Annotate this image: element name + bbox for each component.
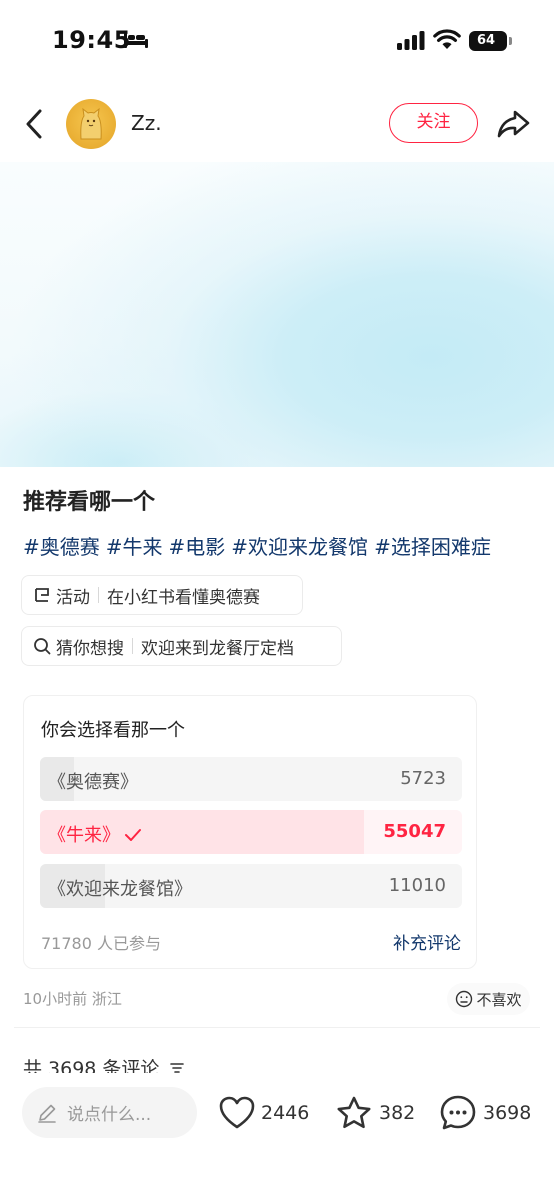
poll-option-label: 《牛来》 — [48, 821, 142, 847]
activity-chip[interactable]: 活动 在小红书看懂奥德赛 — [21, 575, 303, 615]
collect-button[interactable]: 382 — [335, 1093, 415, 1133]
poll-option[interactable]: 《奥德赛》 5723 — [40, 757, 462, 801]
poll-option-selected[interactable]: 《牛来》 55047 — [40, 810, 462, 854]
hashtag[interactable]: #欢迎来龙餐馆 — [231, 535, 368, 559]
follow-button[interactable]: 关注 — [389, 103, 478, 143]
like-button[interactable]: 2446 — [219, 1093, 309, 1133]
poll-option-count: 55047 — [383, 821, 446, 842]
hashtag[interactable]: #牛来 — [106, 535, 163, 559]
star-icon — [337, 1096, 371, 1129]
check-icon — [125, 829, 141, 841]
hashtag-list: #奥德赛 #牛来 #电影 #欢迎来龙餐馆 #选择困难症 — [23, 531, 543, 560]
poll-option-count: 5723 — [400, 768, 446, 789]
status-time: 19:45 — [52, 26, 131, 54]
dislike-label: 不喜欢 — [476, 990, 522, 1009]
comment-bubble-icon — [440, 1095, 476, 1130]
poll-option-count: 11010 — [388, 875, 446, 896]
status-bar: 19:45 64 — [0, 0, 554, 84]
poll-card: 你会选择看那一个 《奥德赛》 5723 《牛来》 55047 《欢迎来龙餐馆》 … — [23, 695, 477, 969]
hashtag[interactable]: #选择困难症 — [374, 535, 491, 559]
back-icon[interactable] — [22, 107, 50, 141]
dislike-button[interactable]: 不喜欢 — [447, 983, 530, 1015]
top-nav: Zz. 关注 — [0, 90, 554, 158]
search-icon — [34, 638, 51, 655]
battery-cap — [509, 37, 512, 45]
signal-icon — [397, 31, 425, 50]
search-suggestion-chip[interactable]: 猜你想搜 欢迎来到龙餐厅定档 — [21, 626, 342, 666]
search-chip-label: 猜你想搜 — [56, 638, 124, 659]
dislike-face-icon — [456, 990, 473, 1008]
poll-option[interactable]: 《欢迎来龙餐馆》 11010 — [40, 864, 462, 908]
comment-input-placeholder: 说点什么... — [67, 1105, 152, 1125]
chip-separator — [132, 638, 133, 654]
hashtag[interactable]: #电影 — [169, 535, 226, 559]
like-count: 2446 — [261, 1102, 310, 1124]
comment-button[interactable]: 3698 — [439, 1093, 531, 1133]
share-icon[interactable] — [495, 106, 531, 142]
avatar[interactable] — [66, 99, 116, 149]
chip-separator — [98, 587, 99, 603]
sleep-icon — [124, 33, 148, 48]
post-title: 推荐看哪一个 — [23, 490, 156, 515]
activity-chip-label: 活动 — [56, 587, 90, 608]
poll-title: 你会选择看那一个 — [41, 720, 185, 741]
battery-indicator: 64 — [469, 31, 507, 51]
cat-avatar-icon — [80, 107, 102, 140]
poll-participants: 71780 人已参与 — [41, 934, 161, 953]
author-name[interactable]: Zz. — [131, 111, 162, 135]
collect-count: 382 — [379, 1102, 416, 1124]
activity-chip-text: 在小红书看懂奥德赛 — [107, 587, 260, 608]
poll-option-label: 《欢迎来龙餐馆》 — [48, 879, 192, 900]
post-image[interactable] — [0, 162, 554, 467]
comment-count: 3698 — [483, 1102, 532, 1124]
comment-input[interactable]: 说点什么... — [22, 1087, 197, 1138]
divider — [14, 1027, 540, 1028]
poll-option-label-text: 《牛来》 — [48, 825, 120, 846]
add-comment-link[interactable]: 补充评论 — [393, 929, 461, 954]
bottom-action-bar: 说点什么... 2446 382 3698 — [0, 1073, 554, 1200]
wifi-icon — [433, 29, 461, 49]
post-meta: 10小时前 浙江 — [23, 990, 122, 1008]
battery-level: 64 — [476, 33, 496, 48]
poll-option-label: 《奥德赛》 — [48, 772, 138, 793]
pencil-icon — [38, 1104, 56, 1123]
hashtag[interactable]: #奥德赛 — [23, 535, 100, 559]
heart-icon — [219, 1096, 255, 1129]
search-chip-text: 欢迎来到龙餐厅定档 — [141, 638, 294, 659]
activity-icon — [35, 588, 49, 602]
